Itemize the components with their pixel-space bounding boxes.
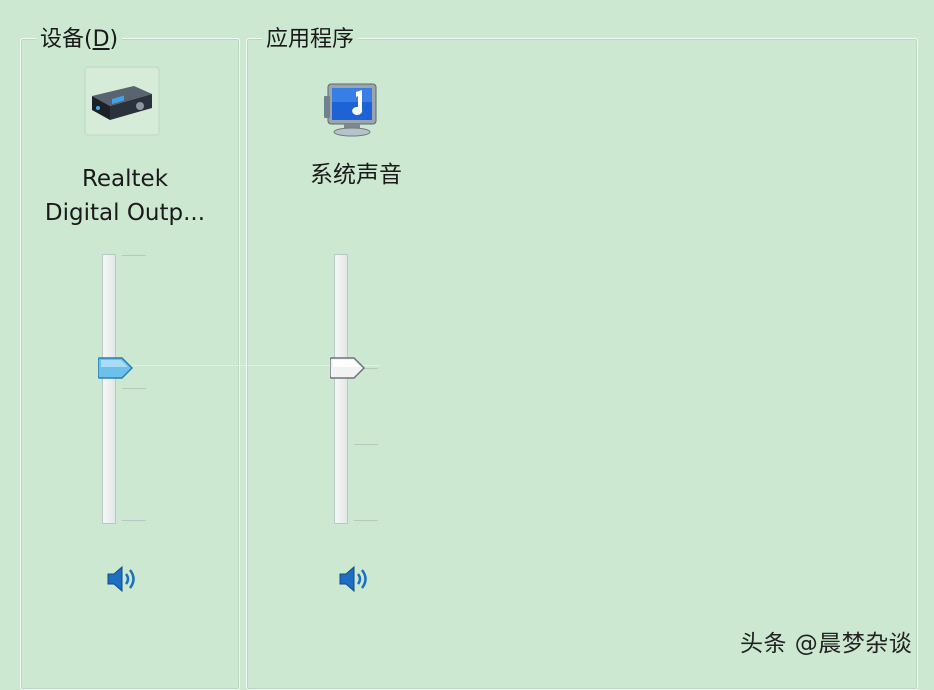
slider-tick — [354, 444, 378, 445]
device-mute-button[interactable] — [106, 564, 140, 594]
slider-tick — [122, 255, 146, 256]
device-volume-thumb[interactable] — [97, 357, 134, 380]
applications-group-title: 应用程序 — [262, 26, 359, 54]
speaker-icon — [107, 565, 135, 593]
slider-tick — [354, 520, 378, 521]
device-volume-slider[interactable] — [97, 252, 150, 524]
system-sounds-icon[interactable] — [322, 78, 388, 140]
app-name: 系统声音 — [310, 162, 402, 188]
app-mute-button[interactable] — [338, 564, 372, 594]
device-name: Realtek Digital Outp... — [30, 162, 220, 230]
device-volume-track[interactable] — [102, 254, 116, 524]
slider-tick — [122, 388, 146, 389]
app-volume-track[interactable] — [334, 254, 348, 524]
app-volume-thumb[interactable] — [329, 357, 366, 380]
speaker-icon — [339, 565, 367, 593]
devices-group-title: 设备(D) — [36, 26, 123, 54]
device-name-line1: Realtek — [81, 166, 169, 192]
device-name-line2: Digital Outp... — [44, 200, 206, 226]
app-volume-slider[interactable] — [329, 252, 382, 524]
speaker-receiver-icon[interactable] — [84, 66, 160, 136]
slider-tick — [122, 520, 146, 521]
watermark: 头条 @晨梦杂谈 — [740, 631, 913, 657]
